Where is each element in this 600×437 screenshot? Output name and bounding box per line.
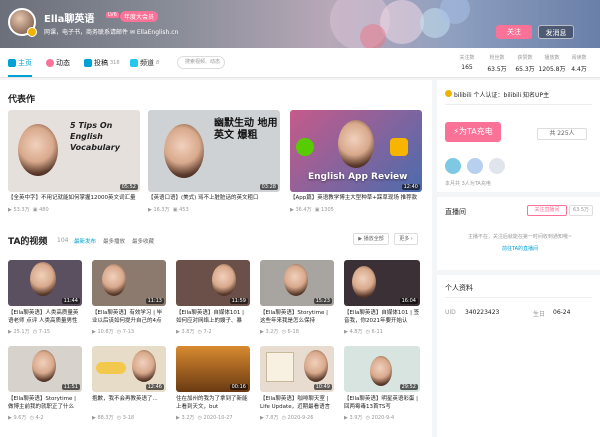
featured-meta-1: ▶ 53.3万 ▣ 480 — [8, 207, 49, 213]
video-meta: ▶ 25.1万 ◷ 7-15 — [8, 329, 51, 335]
video-title[interactable]: 【Ella聊英语】人类高质量英语老师 点评 人类高质量男性 — [8, 309, 82, 325]
video-thumb[interactable]: 16:04 — [344, 260, 420, 306]
video-thumb[interactable]: 11:13 — [92, 260, 166, 306]
tab-home[interactable]: 主页 — [8, 58, 32, 68]
tab-dynamic[interactable]: 动态 — [46, 58, 70, 68]
active-tab-indicator — [8, 75, 32, 77]
avatar[interactable] — [8, 8, 37, 37]
charge-card: bilibili 个人认证：bilibili 知名UP主 ⚡为TA充电 共 22… — [437, 80, 600, 192]
tab-most-played[interactable]: 最多播放 — [103, 237, 125, 245]
home-icon — [8, 59, 16, 67]
video-meta: ▶ 3.8万 ◷ 7-2 — [176, 329, 212, 335]
main-content: 代表作 5 Tips On English Vocabulary 05:52 【… — [0, 80, 432, 437]
tab-uploads[interactable]: 投稿 318 — [84, 58, 120, 68]
divider — [445, 104, 592, 105]
dynamic-icon — [46, 59, 54, 67]
live-room-link[interactable]: 前往TA的直播间 — [445, 245, 595, 252]
video-thumb[interactable]: 10:49 — [260, 346, 334, 392]
featured-thumb-2[interactable]: 幽默生动 地用英文 爆粗 03:28 — [148, 110, 280, 192]
video-title[interactable]: 【Ella聊英语】有效学习 | 毕业以后该如何提升自己的4点 — [92, 309, 166, 325]
video-title[interactable]: 【Ella聊英语】明星英语彩蛋 | 回两霉毒13首TS写 — [344, 395, 420, 411]
stat-reads: 阅读数 4.4万 — [571, 55, 587, 73]
channel-icon — [130, 59, 138, 67]
uid-label: UID — [445, 309, 456, 316]
live-heading: 直播间 — [445, 208, 466, 216]
video-thumb[interactable]: 11:59 — [176, 260, 250, 306]
videos-heading: TA的视频 — [8, 237, 48, 247]
app-logo-icon — [390, 138, 408, 156]
cert-icon — [445, 90, 452, 97]
avatar[interactable] — [467, 158, 483, 174]
video-thumb[interactable]: 11:51 — [8, 346, 82, 392]
video-meta: ▶ 7.8万 ◷ 2020-9-26 — [260, 415, 314, 421]
featured-thumb-3[interactable]: English App Review 12:40 — [290, 110, 422, 192]
live-status: 主播不在，关注后就能在第一时间收到通知哦~ — [467, 234, 573, 240]
birthday-value: 06-24 — [553, 309, 571, 316]
video-thumb[interactable]: 11:44 — [8, 260, 82, 306]
verified-badge-icon — [27, 27, 37, 37]
certification: bilibili 个人认证：bilibili 知名UP主 — [445, 90, 549, 99]
featured-meta-2: ▶ 16.3万 ▣ 453 — [148, 207, 189, 213]
play-all-button[interactable]: ▶ 播放全部 — [353, 233, 389, 245]
avatar[interactable] — [489, 158, 505, 174]
featured-meta-3: ▶ 36.4万 ▣ 1305 — [290, 207, 334, 213]
sidebar: bilibili 个人认证：bilibili 知名UP主 ⚡为TA充电 共 22… — [437, 80, 600, 437]
live-card: 直播间 关注直播间 63.5万 主播不在，关注后就能在第一时间收到通知哦~ 前往… — [437, 197, 600, 270]
search-input[interactable]: 搜索视频、动态 — [177, 56, 225, 69]
birthday-label: 生日 — [533, 311, 546, 318]
video-title[interactable]: 【Ella聊英语】自媒体101 | 签音我，你2021年要开始认 — [344, 309, 420, 325]
video-meta: ▶ 3.9万 ◷ 2020-9-4 — [344, 415, 395, 421]
follow-button[interactable]: 关注 — [496, 25, 532, 39]
video-meta: ▶ 88.3万 ◷ 3-18 — [92, 415, 135, 421]
video-thumb[interactable]: 15:23 — [260, 260, 334, 306]
charge-note: 本月共 3人为TA充电 — [445, 181, 491, 187]
featured-title-3[interactable]: 【App篇】英语教学博主大型种草+踩草现场 推荐款 — [290, 194, 422, 203]
featured-heading: 代表作 — [8, 95, 36, 105]
video-icon — [84, 59, 92, 67]
video-title[interactable]: 【Ella聊英语】咖啡聊天室 | Life Update，近期最看语言 — [260, 395, 334, 411]
video-meta: ▶ 10.8万 ◷ 7-13 — [92, 329, 135, 335]
profile-nav: 主页 动态 投稿 318 频道 8 搜索视频、动态 关注数 165 粉丝数 63.5万 … — [0, 48, 600, 78]
video-title[interactable]: 【Ella聊英语】Storytime | 这些年来我是怎么保持 — [260, 309, 334, 325]
tab-most-favorited[interactable]: 最多收藏 — [132, 237, 154, 245]
message-button[interactable]: 发消息 — [538, 25, 574, 39]
video-thumb[interactable]: 00:16 — [176, 346, 250, 392]
follow-live-button[interactable]: 关注直播间 — [527, 205, 567, 216]
profile-card: 个人资料 UID 340223423 生日 06-24 — [437, 275, 600, 437]
charge-count[interactable]: 共 225人 — [537, 128, 587, 140]
profile-banner: Ella聊英语 LV6 年度大会员 网课，电子书，商务联系请邮件 ✉ EllaE… — [0, 0, 600, 48]
avatar[interactable] — [445, 158, 461, 174]
charge-button[interactable]: ⚡为TA充电 — [445, 122, 501, 142]
stat-following[interactable]: 关注数 165 — [450, 54, 484, 71]
vip-badge: 年度大会员 — [120, 11, 159, 22]
tab-channels[interactable]: 频道 8 — [130, 58, 159, 68]
video-meta: ▶ 3.2万 ◷ 6-18 — [260, 329, 299, 335]
video-meta: ▶ 4.8万 ◷ 6-11 — [344, 329, 383, 335]
video-meta: ▶ 9.6万 ◷ 4-2 — [8, 415, 44, 421]
more-button[interactable]: 更多 › — [394, 233, 418, 245]
featured-title-2[interactable]: 【英语口语】(美式) 骂不上脏脏话的英文粗口 — [148, 194, 280, 203]
username: Ella聊英语 — [44, 14, 95, 25]
level-badge: LV6 — [106, 12, 119, 18]
uid-value: 340223423 — [465, 309, 500, 316]
video-thumb[interactable]: 29:52 — [344, 346, 420, 392]
user-bio: 网课，电子书，商务联系请邮件 ✉ EllaEnglish.cn — [44, 29, 179, 36]
video-title[interactable]: 【Ella聊英语】自媒体101 | 如何应对网络上的嫂子、暴 — [176, 309, 250, 325]
video-title[interactable]: 抱歉，我不会再教英语了... — [92, 395, 166, 411]
videos-count: 104 — [57, 237, 69, 244]
profile-heading: 个人资料 — [445, 284, 473, 292]
video-thumb[interactable]: 12:46 — [92, 346, 166, 392]
tab-latest[interactable]: 最新发布 — [74, 237, 96, 245]
live-fans-count: 63.5万 — [569, 205, 593, 216]
video-title[interactable]: 住在加州的我为了拿到了新能上看到天文，but — [176, 395, 250, 411]
app-logo-icon — [296, 138, 314, 156]
video-title[interactable]: 【Ella聊英语】Storytime | 做博主前我的就职正了什么 — [8, 395, 82, 411]
video-meta: ▶ 3.2万 ◷ 2020-10-27 — [176, 415, 233, 421]
featured-thumb-1[interactable]: 5 Tips On English Vocabulary 05:52 — [8, 110, 140, 192]
divider — [445, 297, 592, 298]
featured-title-1[interactable]: 【全英中字】不用记就能如何掌握12000英文词汇量 — [8, 194, 140, 203]
